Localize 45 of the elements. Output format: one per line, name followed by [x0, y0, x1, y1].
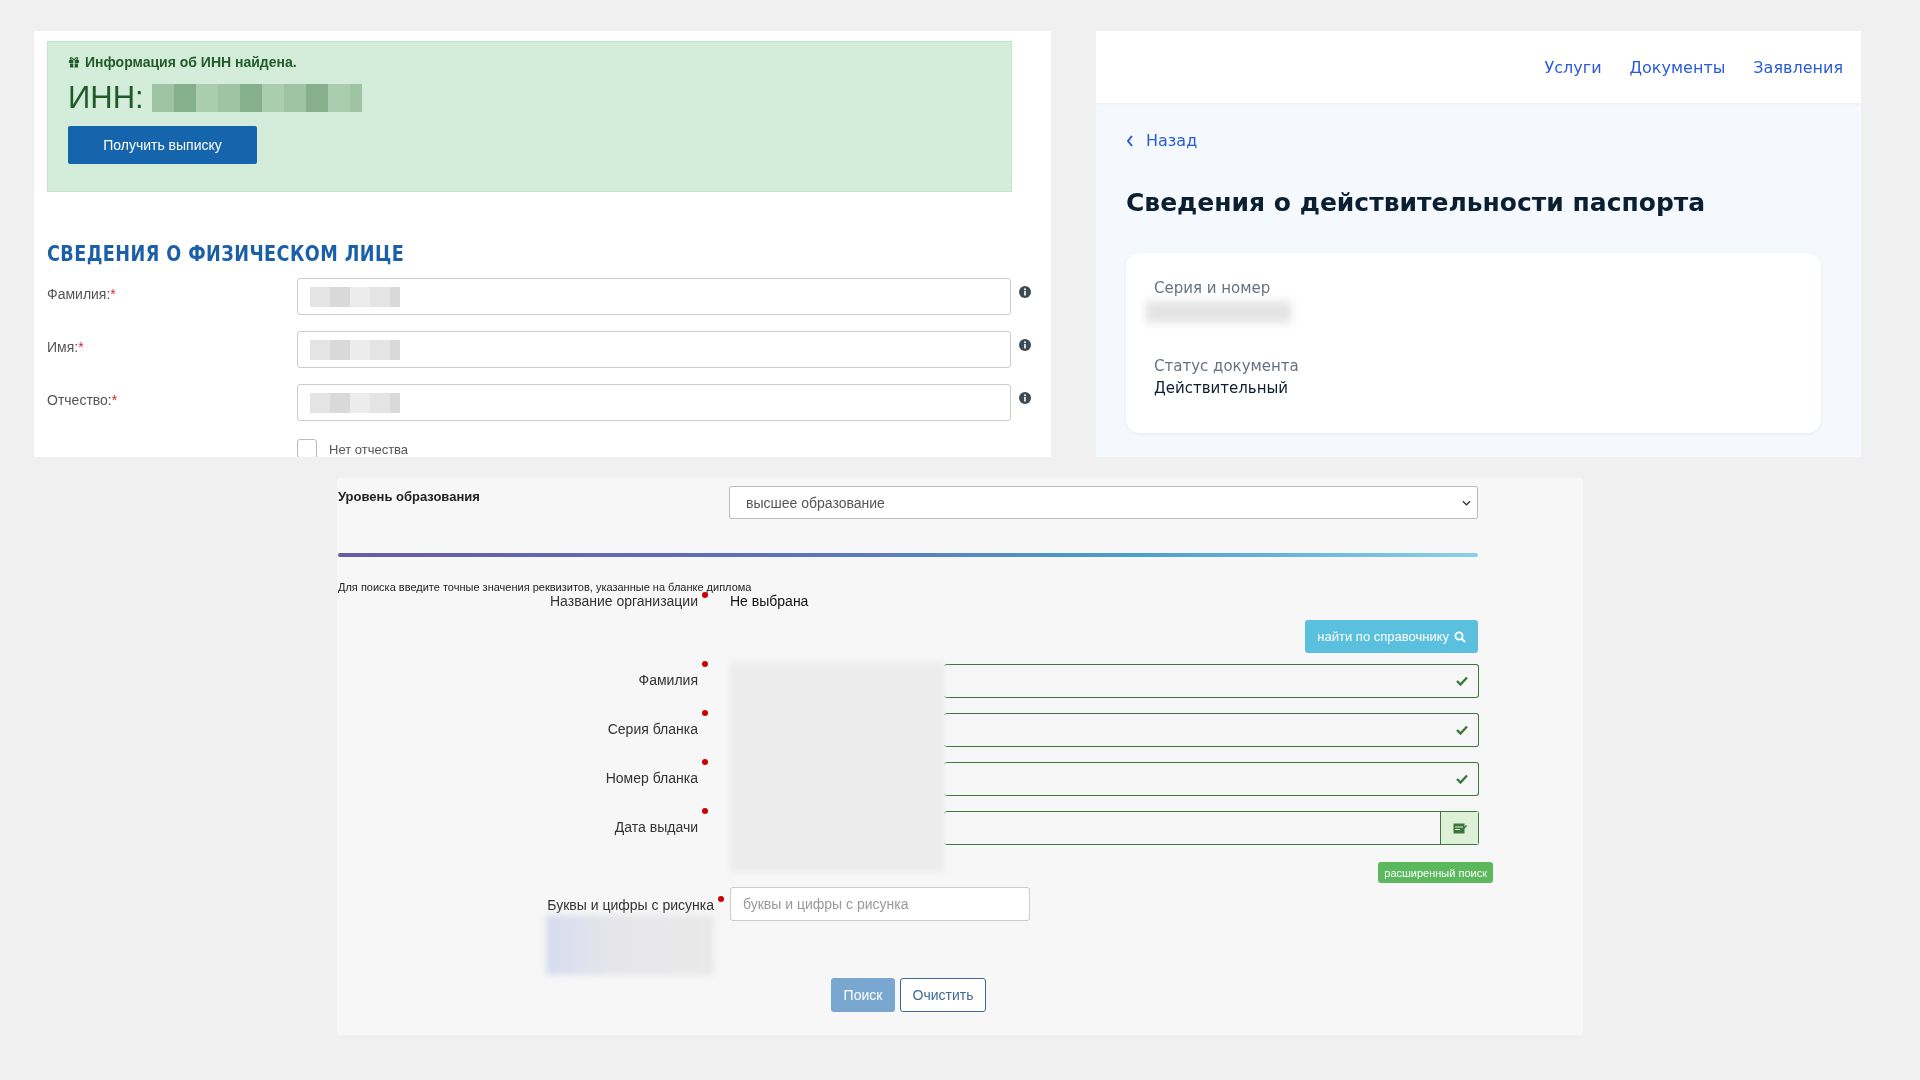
field-label: Название организации [338, 593, 714, 609]
input-field[interactable] [944, 762, 1479, 796]
back-link[interactable]: Назад [1126, 131, 1821, 150]
alert-title: Информация об ИНН найдена. [85, 54, 297, 70]
clear-button[interactable]: Очистить [900, 978, 986, 1012]
nav-link[interactable]: Документы [1629, 57, 1726, 77]
nav-link[interactable]: Услуги [1544, 57, 1602, 77]
section-title: СВЕДЕНИЯ О ФИЗИЧЕСКОМ ЛИЦЕ [47, 242, 406, 266]
info-icon [1019, 339, 1031, 351]
check-icon [1456, 725, 1468, 735]
hint-text: Для поиска введите точные значения реквизитов, указанные на бланке диплома [338, 581, 752, 593]
input-field[interactable] [944, 664, 1479, 698]
item-label: Статус документа [1154, 357, 1300, 375]
field-label: Серия бланка [338, 711, 714, 760]
field-label: Имя:* [47, 338, 85, 355]
field-label: Уровень образования [338, 488, 481, 506]
info-icon [1019, 286, 1031, 298]
field-label: Отчество:* [47, 391, 119, 408]
search-icon [1454, 630, 1466, 643]
field-value: Не выбрана [730, 593, 809, 609]
captcha-field[interactable]: буквы и цифры с рисунка [730, 887, 1030, 921]
date-field[interactable] [944, 811, 1479, 845]
inn-label: ИНН: [68, 80, 144, 116]
check-icon [1456, 774, 1468, 784]
chevron-down-icon [1462, 499, 1471, 506]
input-field[interactable] [944, 713, 1479, 747]
check-icon [1456, 676, 1468, 686]
field-label: Номер бланка [338, 760, 714, 809]
field-label: Фамилия [338, 662, 714, 711]
info-icon [1019, 392, 1031, 404]
gift-icon [68, 56, 80, 68]
field-label: Буквы и цифры с рисунка [338, 897, 730, 913]
field-label: Дата выдачи [338, 809, 714, 858]
calendar-icon [1452, 822, 1467, 834]
get-extract-button[interactable]: Получить выписку [68, 126, 257, 164]
field-label: Фамилия:* [47, 285, 117, 302]
chevron-left-icon [1126, 134, 1134, 147]
item-value: Действительный [1154, 379, 1290, 397]
education-level-select[interactable]: высшее образование [729, 486, 1478, 519]
page-title: Сведения о действительности паспорта [1126, 188, 1707, 217]
checkbox[interactable] [297, 439, 317, 457]
item-label: Серия и номер [1154, 279, 1272, 297]
checkbox-label: Нет отчества [329, 441, 409, 457]
nav-link[interactable]: Заявления [1753, 57, 1843, 77]
calendar-button[interactable] [1440, 812, 1478, 844]
